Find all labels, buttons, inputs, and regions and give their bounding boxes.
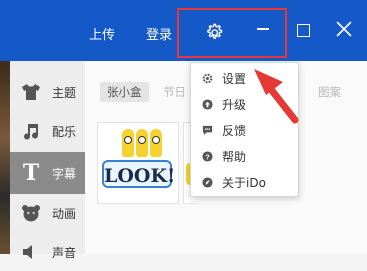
menu-item-label: 设置	[222, 71, 247, 86]
sidebar-item-label: 配乐	[52, 124, 77, 139]
maximize-button[interactable]	[297, 24, 310, 37]
upload-button[interactable]: 上传	[89, 24, 115, 43]
close-button[interactable]	[336, 21, 352, 37]
minion-figure	[122, 129, 134, 157]
menu-item-settings[interactable]: 设置	[191, 65, 298, 91]
sidebar-item-label: 字幕	[52, 166, 77, 181]
close-icon	[336, 21, 352, 37]
tshirt-icon	[20, 81, 42, 103]
minion-figure	[136, 129, 148, 157]
sidebar-item-music[interactable]: 配乐	[10, 112, 85, 150]
menu-item-help[interactable]: ? 帮助	[191, 143, 298, 169]
sticker-card[interactable]: LOOK!	[97, 122, 179, 204]
music-note-icon	[20, 120, 42, 142]
background-photo-strip	[0, 61, 10, 254]
tab-pattern[interactable]: 图案	[318, 84, 341, 100]
menu-item-feedback[interactable]: 反馈	[191, 117, 298, 143]
tab-festival[interactable]: 节日	[163, 84, 186, 100]
text-t-icon: T	[22, 160, 40, 186]
chat-bubble-icon	[202, 125, 213, 136]
menu-item-label: 帮助	[222, 149, 247, 164]
menu-item-upgrade[interactable]: 升级	[191, 91, 298, 117]
sidebar-item-label: 声音	[52, 245, 77, 260]
highlight-box	[177, 8, 287, 58]
sidebar-item-label: 动画	[52, 206, 77, 221]
svg-text:?: ?	[205, 152, 210, 161]
tab-zhangxiaohe[interactable]: 张小盒	[100, 82, 149, 102]
login-button[interactable]: 登录	[146, 24, 172, 43]
menu-item-label: 关于iDo	[222, 175, 266, 190]
menu-item-label: 反馈	[222, 123, 247, 138]
bear-face-icon	[20, 202, 42, 224]
sidebar: 主题 配乐 T 字幕 动画 声音	[10, 61, 85, 260]
settings-menu: 设置 升级 反馈 ? 帮助 关于iDo	[190, 62, 299, 197]
menu-item-label: 升级	[222, 97, 247, 112]
question-icon: ?	[202, 150, 213, 162]
sidebar-item-sound[interactable]: 声音	[10, 233, 85, 271]
upload-arrow-icon	[202, 98, 213, 110]
sidebar-item-label: 主题	[52, 85, 77, 100]
sidebar-item-theme[interactable]: 主题	[10, 73, 85, 111]
sidebar-item-animation[interactable]: 动画	[10, 194, 85, 232]
info-leaf-icon	[202, 176, 213, 188]
menu-item-about[interactable]: 关于iDo	[191, 169, 298, 195]
gear-icon	[202, 73, 213, 84]
sticker-caption: LOOK!	[102, 160, 175, 188]
speaker-icon	[20, 241, 42, 263]
sidebar-item-subtitle[interactable]: T 字幕	[10, 152, 85, 194]
minion-figure	[150, 129, 162, 157]
